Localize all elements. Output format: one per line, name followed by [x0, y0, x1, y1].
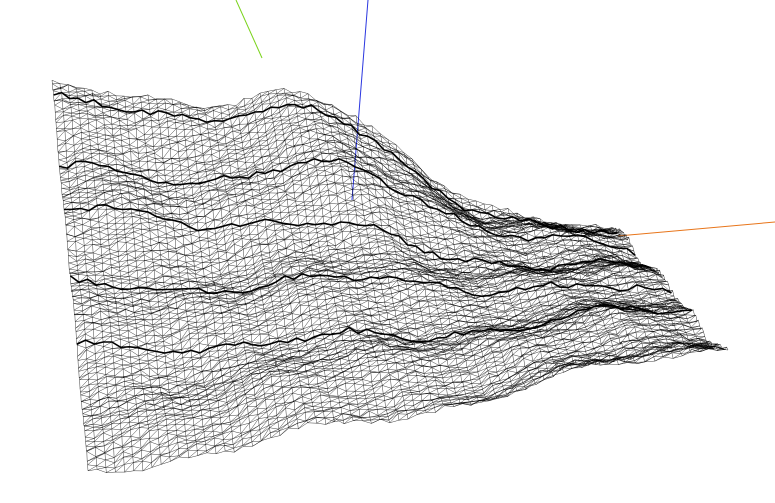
3d-viewport[interactable]: [0, 0, 775, 503]
scene-canvas[interactable]: [0, 0, 775, 503]
